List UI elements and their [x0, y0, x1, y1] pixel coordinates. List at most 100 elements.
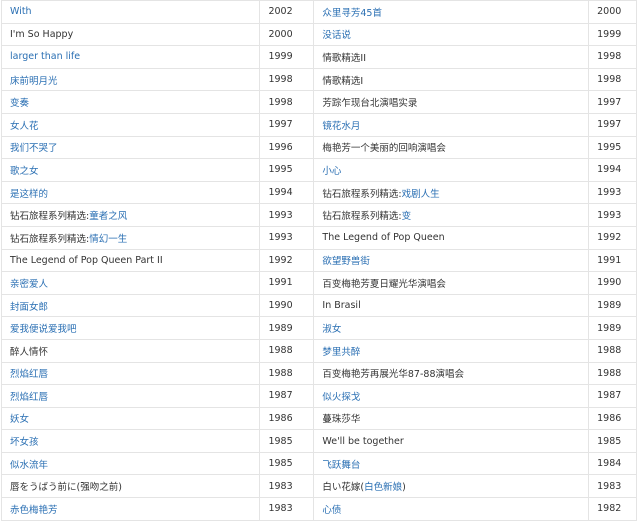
right-year-cell: 1987	[588, 384, 637, 408]
album-link[interactable]: With	[10, 6, 32, 17]
album-text: )	[402, 482, 406, 494]
table-row: The Legend of Pop Queen Part II 1992 欲望野兽街…	[0, 248, 637, 273]
left-year-cell: 1989	[259, 316, 315, 340]
right-album-title-cell: 情歌精选I	[313, 67, 590, 92]
album-link[interactable]: 似水流年	[10, 460, 48, 471]
album-text: 梅艳芳一个美丽的回响演唱会	[322, 143, 446, 155]
album-link[interactable]: 变奏	[10, 98, 29, 109]
album-text: I'm So Happy	[10, 28, 74, 40]
right-year-cell: 1985	[588, 429, 637, 453]
table-row: 似水流年 1985 飞跃舞台 1984	[0, 451, 637, 476]
album-link[interactable]: 爱我便说爱我吧	[10, 324, 77, 335]
right-year-cell: 1989	[588, 293, 637, 318]
album-link[interactable]: 众里寻芳45首	[322, 8, 382, 19]
album-link[interactable]: larger than life	[10, 51, 80, 62]
album-link[interactable]: 歌之女	[10, 166, 39, 177]
left-year-cell: 2002	[259, 0, 315, 24]
album-link[interactable]: 女人花	[10, 121, 39, 132]
album-link[interactable]: 坏女孩	[10, 437, 39, 448]
right-album-title-cell: 百变梅艳芳夏日耀光华演唱会	[313, 271, 590, 295]
left-year-cell: 1990	[259, 293, 315, 318]
right-album-title-cell: We'll be together	[313, 429, 590, 453]
album-text: 钻石旅程系列精选:	[10, 211, 90, 223]
right-album-title-cell: In Brasil	[313, 293, 590, 318]
right-album-title-cell: 众里寻芳45首	[313, 0, 590, 24]
album-link[interactable]: 封面女郎	[10, 302, 48, 313]
right-year-cell: 1992	[588, 225, 637, 250]
album-text: In Brasil	[322, 300, 361, 312]
album-link[interactable]: 似火探戈	[322, 392, 360, 403]
right-year-cell: 1993	[588, 180, 637, 205]
left-album-title-cell: 钻石旅程系列精选:情幻一生	[0, 225, 261, 250]
left-year-cell: 2000	[259, 22, 315, 47]
right-album-title-cell: The Legend of Pop Queen	[313, 225, 590, 250]
left-year-cell: 1997	[259, 112, 315, 137]
left-year-cell: 1992	[259, 248, 315, 273]
right-album-title-cell: 钻石旅程系列精选:戏剧人生	[313, 180, 590, 205]
right-album-title-cell: 百变梅艳芳再展光华87-88演唱会	[313, 361, 590, 386]
right-year-cell: 1983	[588, 474, 637, 499]
left-album-title-cell: 坏女孩	[0, 429, 261, 453]
album-link[interactable]: 淑女	[322, 324, 341, 335]
album-link[interactable]: 赤色梅艳芳	[10, 505, 58, 516]
left-album-title-cell: 变奏	[0, 90, 261, 114]
album-text: 情歌精选II	[322, 52, 366, 64]
album-link[interactable]: 情幻一生	[89, 234, 127, 245]
album-link[interactable]: 烈焰红唇	[10, 392, 48, 403]
album-text: 芳踪乍现台北演唱实录	[322, 98, 418, 110]
left-album-title-cell: 烈焰红唇	[0, 361, 261, 386]
right-year-cell: 1988	[588, 361, 637, 386]
album-link[interactable]: 床前明月光	[10, 76, 58, 87]
album-text: 百变梅艳芳夏日耀光华演唱会	[322, 278, 446, 290]
album-link[interactable]: 飞跃舞台	[322, 460, 360, 471]
left-year-cell: 1985	[259, 429, 315, 453]
table-row: 醉人情怀 1988 梦里共醉 1988	[0, 338, 637, 363]
album-link[interactable]: 白色新娘	[364, 482, 402, 493]
right-year-cell: 1997	[588, 112, 637, 137]
album-text: 百变梅艳芳再展光华87-88演唱会	[322, 369, 464, 381]
table-row: 钻石旅程系列精选:情幻一生 1993 The Legend of Pop Queen…	[0, 225, 637, 250]
album-text: The Legend of Pop Queen Part II	[10, 254, 163, 266]
left-album-title-cell: 我们不哭了	[0, 135, 261, 160]
right-album-title-cell: 白い花嫁(白色新娘)	[313, 474, 590, 499]
right-year-cell: 1989	[588, 316, 637, 340]
table-row: 烈焰红唇 1987 似火探戈 1987	[0, 384, 637, 408]
left-album-title-cell: 亲密爱人	[0, 271, 261, 295]
table-row: 封面女郎 1990 In Brasil 1989	[0, 293, 637, 318]
left-year-cell: 1998	[259, 67, 315, 92]
right-album-title-cell: 情歌精选II	[313, 45, 590, 69]
album-text: 醉人情怀	[10, 346, 49, 358]
album-link[interactable]: 变	[402, 211, 412, 222]
album-link[interactable]: 梦里共醉	[322, 347, 360, 358]
right-album-title-cell: 没话说	[313, 22, 590, 47]
table-row: 变奏 1998 芳踪乍现台北演唱实录 1997	[0, 90, 637, 114]
table-row: 坏女孩 1985 We'll be together 1985	[0, 429, 637, 453]
left-year-cell: 1985	[259, 451, 315, 476]
album-link[interactable]: 我们不哭了	[10, 143, 58, 154]
left-year-cell: 1986	[259, 406, 315, 431]
left-album-title-cell: 烈焰红唇	[0, 384, 261, 408]
album-link[interactable]: 小心	[322, 166, 341, 177]
album-link[interactable]: 妖女	[10, 414, 29, 425]
album-link[interactable]: 是这样的	[10, 189, 48, 200]
album-link[interactable]: 烈焰红唇	[10, 369, 48, 380]
right-album-title-cell: 欲望野兽街	[313, 248, 590, 273]
right-year-cell: 1993	[588, 203, 637, 227]
album-link[interactable]: 欲望野兽街	[322, 256, 370, 267]
album-text: 钻石旅程系列精选:	[322, 211, 402, 223]
album-link[interactable]: 心债	[322, 505, 341, 516]
right-year-cell: 1990	[588, 271, 637, 295]
album-link[interactable]: 镜花水月	[322, 121, 360, 132]
album-link[interactable]: 戏剧人生	[402, 189, 440, 200]
right-year-cell: 1991	[588, 248, 637, 273]
album-table: With 2002 众里寻芳45首 2000 I'm So Happy 2000 没话说 19…	[0, 0, 637, 521]
album-text: 蔓珠莎华	[322, 414, 361, 426]
album-link[interactable]: 亲密爱人	[10, 279, 48, 290]
table-row: 妖女 1986 蔓珠莎华 1986	[0, 406, 637, 431]
table-row: With 2002 众里寻芳45首 2000	[0, 0, 637, 24]
left-year-cell: 1995	[259, 158, 315, 182]
left-year-cell: 1993	[259, 203, 315, 227]
album-link[interactable]: 没话说	[322, 30, 351, 41]
left-album-title-cell: 是这样的	[0, 180, 261, 205]
album-link[interactable]: 童者之风	[89, 211, 127, 222]
